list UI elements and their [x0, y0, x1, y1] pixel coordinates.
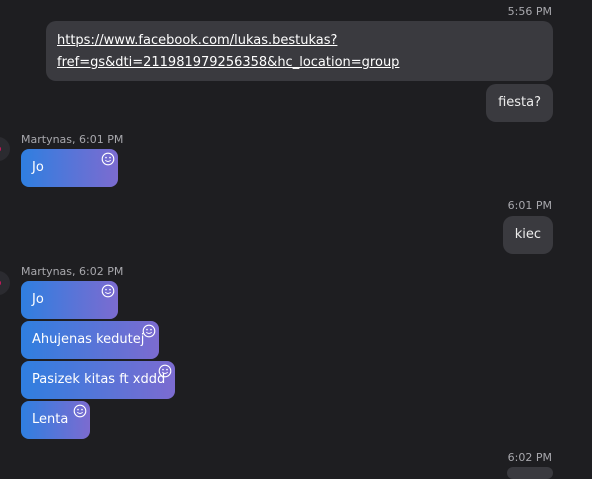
- smiley-face-icon[interactable]: [101, 152, 115, 166]
- smiley-face-icon[interactable]: [142, 324, 156, 338]
- message-text: Jo: [32, 292, 44, 307]
- incoming-message[interactable]: Pasizek kitas ft xddd: [21, 361, 175, 399]
- incoming-message[interactable]: Jo: [21, 149, 118, 187]
- outgoing-message-partial[interactable]: [507, 467, 553, 479]
- message-text: Jo: [32, 160, 44, 175]
- message-text: Pasizek kitas ft xddd: [32, 372, 166, 387]
- timestamp: 6:02 PM: [507, 451, 552, 464]
- timestamp: 5:56 PM: [507, 5, 552, 18]
- message-link[interactable]: https://www.facebook.com/lukas.bestukas?: [57, 30, 542, 52]
- message-text: Ahujenas kedutej: [32, 332, 145, 347]
- incoming-message[interactable]: Ahujenas kedutej: [21, 321, 159, 359]
- message-text: kiec: [514, 227, 541, 242]
- smiley-face-icon[interactable]: [158, 364, 172, 378]
- incoming-message[interactable]: Jo: [21, 281, 118, 319]
- avatar[interactable]: [0, 271, 10, 295]
- outgoing-message[interactable]: kiec: [502, 216, 553, 254]
- timestamp: 6:01 PM: [507, 199, 552, 212]
- sender-meta: Martynas, 6:01 PM: [21, 133, 124, 146]
- smiley-face-icon[interactable]: [73, 404, 87, 418]
- avatar-status-dot: [0, 281, 1, 285]
- outgoing-message[interactable]: fiesta?: [486, 84, 553, 122]
- avatar-status-dot: [0, 147, 1, 151]
- message-link-continued[interactable]: fref=gs&dti=211981979256358&hc_location=…: [57, 52, 542, 74]
- avatar[interactable]: [0, 137, 10, 161]
- message-text: fiesta?: [498, 95, 541, 110]
- smiley-face-icon[interactable]: [101, 284, 115, 298]
- incoming-message[interactable]: Lenta: [21, 401, 90, 439]
- message-text: Lenta: [32, 412, 69, 427]
- outgoing-link-message[interactable]: https://www.facebook.com/lukas.bestukas?…: [46, 21, 553, 81]
- sender-meta: Martynas, 6:02 PM: [21, 265, 124, 278]
